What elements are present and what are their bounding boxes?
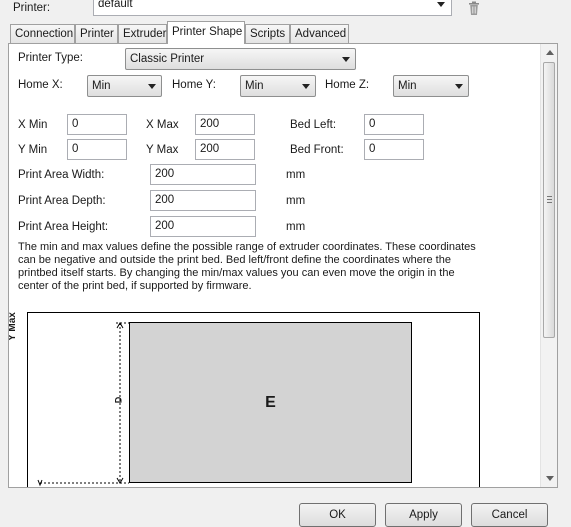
x-min-label: X Min bbox=[18, 119, 48, 131]
print-area-width-unit: mm bbox=[286, 169, 306, 181]
home-x-value: Min bbox=[92, 80, 111, 92]
print-bed-rect: E bbox=[129, 322, 412, 483]
y-max-axis-label: Y Max bbox=[8, 312, 18, 341]
ok-button-label: OK bbox=[329, 509, 346, 521]
print-area-width-label: Print Area Width: bbox=[18, 169, 105, 181]
printer-shape-diagram: D E bbox=[27, 312, 480, 487]
tab-label: Connection bbox=[15, 28, 74, 40]
y-max-input[interactable]: 200 bbox=[195, 139, 255, 160]
bed-left-value: 0 bbox=[369, 118, 376, 130]
ok-button[interactable]: OK bbox=[299, 503, 376, 527]
tab-printer[interactable]: Printer bbox=[75, 24, 118, 43]
tab-label: Extruder bbox=[123, 28, 167, 40]
print-area-depth-input[interactable]: 200 bbox=[150, 190, 256, 211]
chevron-down-icon bbox=[437, 2, 445, 7]
bed-front-input[interactable]: 0 bbox=[364, 139, 424, 160]
home-y-label: Home Y: bbox=[172, 79, 216, 91]
print-area-width-input[interactable]: 200 bbox=[150, 164, 256, 185]
x-min-value: 0 bbox=[72, 118, 79, 130]
description-line: center of the print bed, if supported by… bbox=[18, 280, 252, 292]
chevron-up-icon[interactable] bbox=[546, 50, 554, 55]
print-area-depth-value: 200 bbox=[155, 194, 175, 206]
y-min-label: Y Min bbox=[18, 144, 48, 156]
description-line: The min and max values define the possib… bbox=[18, 241, 476, 253]
tab-label: Printer Shape bbox=[172, 26, 243, 38]
bed-front-label: Bed Front: bbox=[290, 144, 344, 156]
print-area-depth-unit: mm bbox=[286, 195, 306, 207]
apply-button-label: Apply bbox=[409, 509, 438, 521]
cancel-button[interactable]: Cancel bbox=[471, 503, 548, 527]
apply-button[interactable]: Apply bbox=[385, 503, 462, 527]
tab-extruder[interactable]: Extruder bbox=[118, 24, 167, 43]
home-y-value: Min bbox=[245, 80, 264, 92]
home-x-select[interactable]: Min bbox=[87, 75, 162, 97]
x-max-value: 200 bbox=[200, 118, 220, 130]
y-min-input[interactable]: 0 bbox=[67, 139, 127, 160]
printer-select[interactable]: default bbox=[93, 0, 452, 16]
print-area-depth-label: Print Area Depth: bbox=[18, 195, 106, 207]
tab-connection[interactable]: Connection bbox=[10, 24, 75, 43]
chevron-down-icon bbox=[148, 84, 156, 89]
print-area-height-unit: mm bbox=[286, 221, 306, 233]
x-max-label: X Max bbox=[146, 119, 179, 131]
chevron-down-icon bbox=[302, 84, 310, 89]
home-y-select[interactable]: Min bbox=[240, 75, 316, 97]
description-line: printbed itself starts. By changing the … bbox=[18, 267, 455, 279]
printer-type-label: Printer Type: bbox=[18, 52, 83, 64]
vertical-scrollbar[interactable] bbox=[540, 44, 557, 487]
home-z-select[interactable]: Min bbox=[393, 75, 469, 97]
tab-label: Printer bbox=[80, 28, 114, 40]
print-area-height-label: Print Area Height: bbox=[18, 221, 109, 233]
home-z-value: Min bbox=[398, 80, 417, 92]
depth-dimension-label: D bbox=[113, 396, 124, 404]
y-max-label: Y Max bbox=[146, 144, 179, 156]
tab-label: Scripts bbox=[250, 28, 286, 40]
chevron-down-icon bbox=[342, 57, 350, 62]
tab-label: Advanced bbox=[295, 28, 347, 40]
printer-label: Printer: bbox=[13, 2, 51, 14]
home-z-label: Home Z: bbox=[325, 79, 370, 91]
tab-scripts[interactable]: Scripts bbox=[245, 24, 290, 43]
x-max-input[interactable]: 200 bbox=[195, 114, 255, 135]
y-min-value: 0 bbox=[72, 143, 79, 155]
bed-left-label: Bed Left: bbox=[290, 119, 337, 131]
cancel-button-label: Cancel bbox=[491, 509, 528, 521]
tab-advanced[interactable]: Advanced bbox=[290, 24, 349, 43]
print-area-height-input[interactable]: 200 bbox=[150, 216, 256, 237]
print-bed-label: E bbox=[265, 394, 276, 411]
chevron-down-icon[interactable] bbox=[546, 476, 554, 481]
bed-front-value: 0 bbox=[369, 143, 376, 155]
print-area-width-value: 200 bbox=[155, 168, 175, 180]
description-line: can be negative and outside the print be… bbox=[18, 254, 451, 266]
bed-left-input[interactable]: 0 bbox=[364, 114, 424, 135]
tab-printer-shape[interactable]: Printer Shape bbox=[167, 21, 245, 44]
scrollbar-thumb[interactable] bbox=[543, 62, 555, 338]
printer-type-select[interactable]: Classic Printer bbox=[125, 48, 356, 70]
y-max-value: 200 bbox=[200, 143, 220, 155]
printer-shape-panel: Printer Type: Classic Printer Home X: Mi… bbox=[8, 43, 558, 488]
printer-select-value: default bbox=[98, 0, 133, 10]
home-x-label: Home X: bbox=[18, 79, 63, 91]
print-area-height-value: 200 bbox=[155, 220, 175, 232]
printer-type-value: Classic Printer bbox=[130, 53, 205, 65]
trash-icon[interactable] bbox=[466, 0, 482, 16]
x-min-input[interactable]: 0 bbox=[67, 114, 127, 135]
shape-description: The min and max values define the possib… bbox=[18, 241, 488, 293]
chevron-down-icon bbox=[455, 84, 463, 89]
